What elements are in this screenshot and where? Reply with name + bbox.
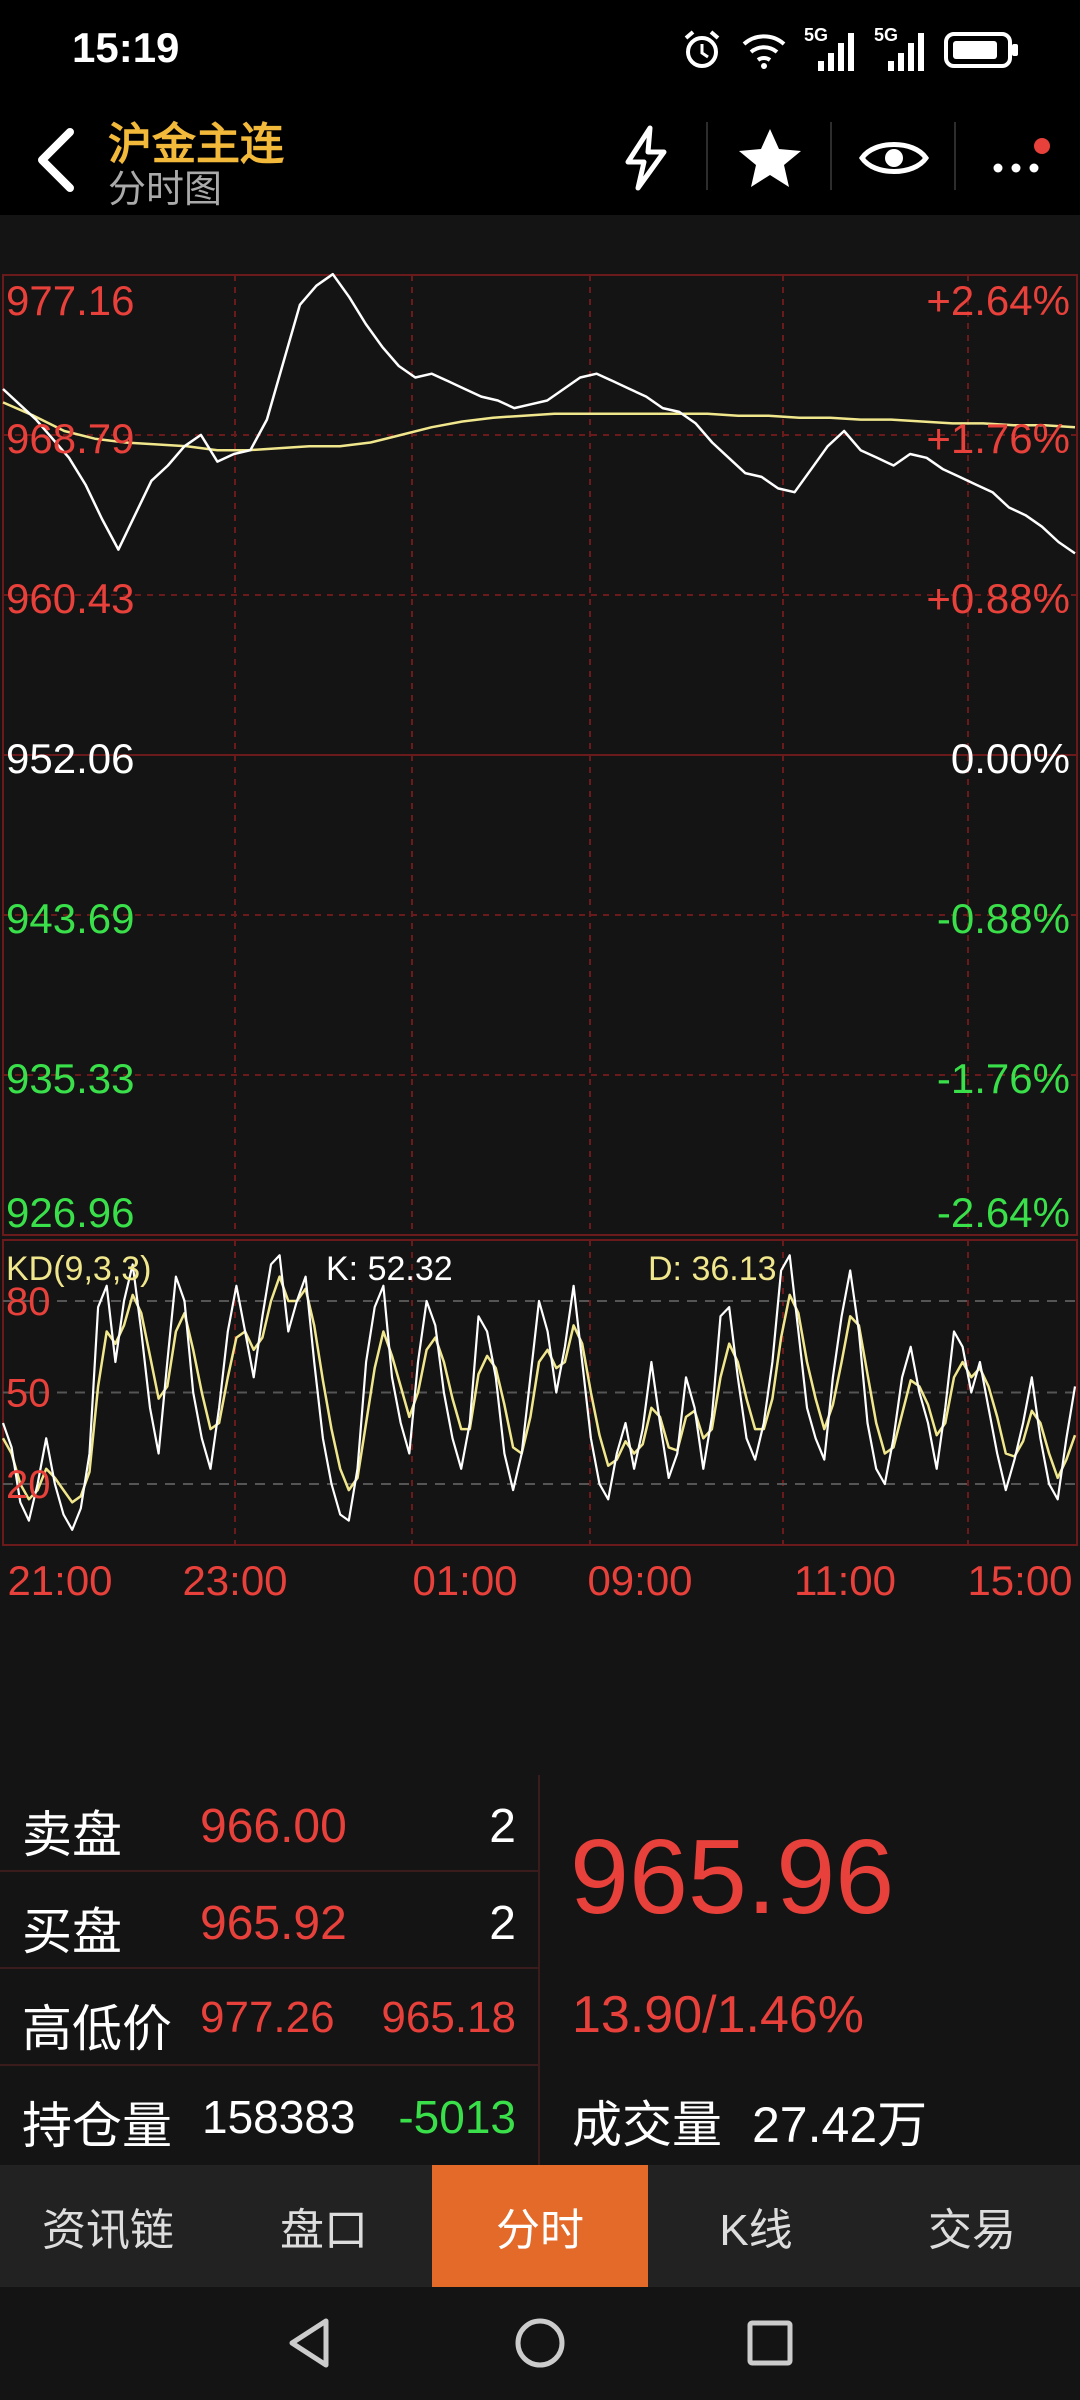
tab-order-book[interactable]: 盘口 [216, 2165, 432, 2287]
bid-row: 买盘 965.92 2 [0, 1872, 538, 1969]
quote-panel: 卖盘 966.00 2 买盘 965.92 2 高低价 977.26 965.1… [0, 1775, 1080, 2165]
watch-button[interactable] [856, 120, 932, 196]
average-price-line [2, 401, 1076, 452]
ask-row: 卖盘 966.00 2 [0, 1775, 538, 1872]
last-price: 965.96 [570, 1818, 895, 1936]
high-price: 977.26 [200, 1993, 335, 2042]
tab-intraday[interactable]: 分时 [432, 2165, 648, 2287]
open-interest-label: 持仓量 [22, 2098, 172, 2154]
average-line-series [2, 401, 1076, 452]
status-bar: 15:19 5G 5G [0, 0, 1080, 100]
tab-kline[interactable]: K线 [648, 2165, 864, 2287]
kd-level-label: 80 [6, 1280, 51, 1324]
nav-home-button[interactable] [504, 2307, 576, 2379]
pct-level-label: +2.64% [926, 277, 1070, 324]
pct-level-label: 0.00% [951, 735, 1070, 782]
pct-level-label: -1.76% [937, 1055, 1070, 1102]
pct-level-label: -0.88% [937, 895, 1070, 942]
chart-labels: 977.16 +2.64% 968.79 +1.76% 960.43 +0.88% 952.… [6, 277, 1073, 1604]
time-axis-label: 09:00 [587, 1557, 692, 1604]
price-level-label: 960.43 [6, 575, 134, 622]
price-level-label: 968.79 [6, 415, 134, 462]
back-arrow-icon [38, 128, 74, 192]
header-separator [706, 122, 708, 190]
more-icon [993, 138, 1050, 173]
header-separator [954, 122, 956, 190]
pct-level-label: +1.76% [926, 415, 1070, 462]
price-level-label: 926.96 [6, 1189, 134, 1236]
price-level-label: 935.33 [6, 1055, 134, 1102]
lightning-icon [625, 125, 667, 191]
time-axis-label: 11:00 [794, 1557, 896, 1604]
signal-2: 5G [874, 25, 928, 73]
star-icon [739, 129, 801, 187]
wifi-icon [742, 34, 786, 69]
price-change: 13.90/1.46% [572, 1986, 865, 2044]
pct-level-label: +0.88% [926, 575, 1070, 622]
time-axis-label: 01:00 [412, 1557, 517, 1604]
more-button[interactable] [982, 120, 1058, 196]
high-low-label: 高低价 [22, 2001, 172, 2057]
price-level-label: 977.16 [6, 277, 134, 324]
quote-divider [538, 1775, 540, 2165]
chart-grid [2, 274, 1078, 1546]
ask-label: 卖盘 [22, 1807, 122, 1863]
kd-lines [1, 1254, 1077, 1531]
open-interest-change: -5013 [398, 2091, 516, 2143]
bid-qty: 2 [489, 1897, 516, 1950]
bid-label: 买盘 [22, 1904, 122, 1960]
kd-level-label: 50 [6, 1372, 51, 1416]
time-axis-label: 23:00 [182, 1557, 287, 1604]
time-axis-label: 15:00 [967, 1557, 1072, 1604]
volume-value: 27.42万 [752, 2097, 928, 2153]
price-level-label: 952.06 [6, 735, 134, 782]
open-interest-row: 持仓量 158383 -5013 [0, 2066, 538, 2161]
signal-icon [818, 33, 854, 71]
k-line-series [1, 1254, 1077, 1531]
system-nav-bar [0, 2287, 1080, 2400]
favorite-button[interactable] [732, 120, 808, 196]
nav-back-icon [289, 2318, 329, 2368]
pct-level-label: -2.64% [937, 1189, 1070, 1236]
intraday-chart[interactable]: 977.16 +2.64% 968.79 +1.76% 960.43 +0.88% 952.… [0, 215, 1080, 1770]
signal-icon [888, 33, 924, 71]
status-time: 15:19 [72, 24, 180, 71]
tab-trade[interactable]: 交易 [864, 2165, 1080, 2287]
header: 沪金主连 分时图 [0, 100, 1080, 215]
notification-dot [1034, 138, 1050, 154]
d-value: D: 36.13 [648, 1250, 777, 1288]
nav-recents-button[interactable] [734, 2307, 806, 2379]
low-price: 965.18 [381, 1993, 516, 2042]
k-value: K: 52.32 [326, 1250, 453, 1288]
price-level-label: 943.69 [6, 895, 134, 942]
signal-1: 5G [804, 25, 858, 73]
ask-price: 966.00 [200, 1800, 347, 1853]
kd-level-label: 20 [6, 1463, 51, 1507]
time-axis-label: 21:00 [7, 1557, 112, 1604]
ask-qty: 2 [489, 1800, 516, 1853]
eye-icon [858, 142, 930, 174]
battery-icon [944, 32, 1018, 68]
nav-recents-icon [747, 2320, 793, 2366]
volume-label: 成交量 [572, 2097, 722, 2153]
page-subtitle: 分时图 [108, 169, 223, 211]
tab-news[interactable]: 资讯链 [0, 2165, 216, 2287]
bottom-tabs: 资讯链 盘口 分时 K线 交易 [0, 2165, 1080, 2287]
open-interest: 158383 [202, 2091, 356, 2143]
back-button[interactable] [20, 118, 90, 198]
nav-home-icon [515, 2318, 565, 2368]
nav-back-button[interactable] [274, 2307, 346, 2379]
high-low-row: 高低价 977.26 965.18 [0, 1969, 538, 2066]
alarm-icon [684, 30, 720, 68]
bid-price: 965.92 [200, 1897, 347, 1950]
header-separator [830, 122, 832, 190]
flash-button[interactable] [608, 120, 684, 196]
status-icons: 5G 5G [680, 22, 1020, 78]
